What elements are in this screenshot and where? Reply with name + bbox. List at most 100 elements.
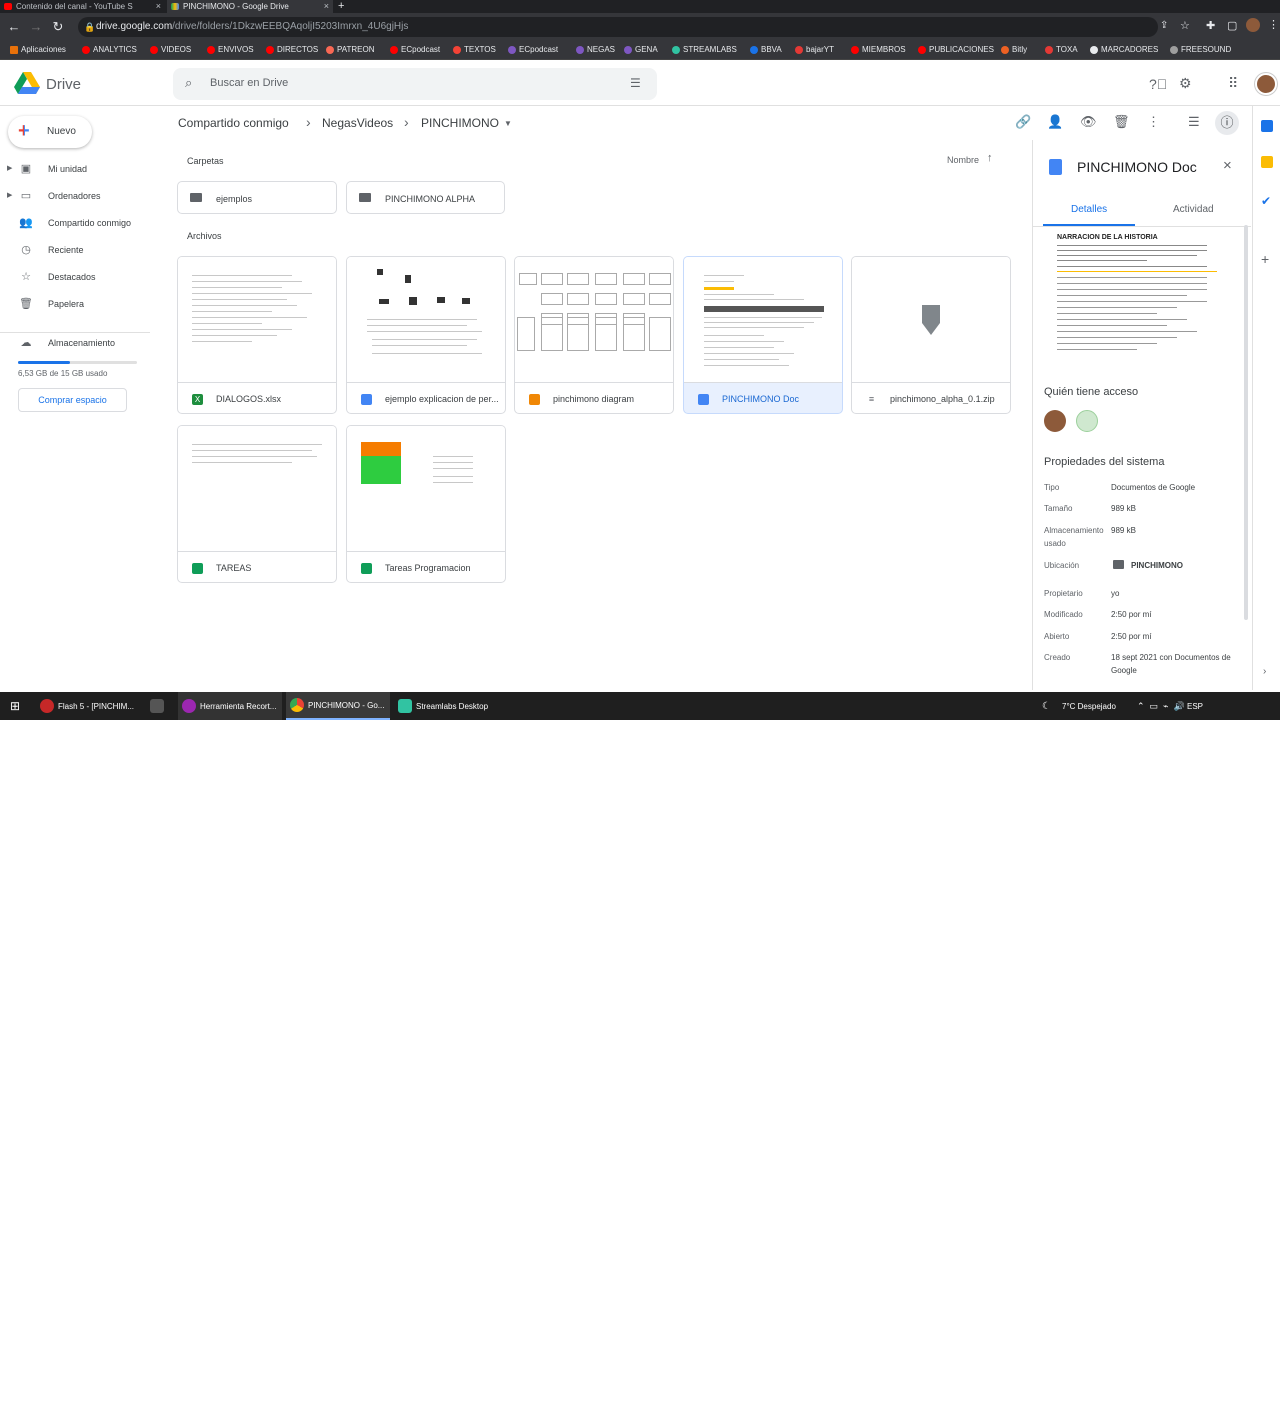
get-addons-plus-icon[interactable]: + — [1261, 251, 1269, 267]
profile-avatar[interactable] — [1246, 18, 1260, 32]
close-tab-icon[interactable]: × — [156, 1, 161, 11]
search-options-icon[interactable]: ☰ — [630, 76, 641, 90]
sidepanel-icon[interactable]: ▢ — [1227, 19, 1237, 32]
menu-icon[interactable]: ⋮ — [1268, 18, 1279, 31]
folder-dropdown-icon[interactable]: ▼ — [504, 119, 512, 128]
file-card[interactable]: Tareas Programacion — [346, 425, 506, 583]
bookmark-item[interactable]: NEGAS — [576, 45, 615, 54]
sidebar-item-trash[interactable]: 🗑 Papelera — [0, 294, 160, 314]
bookmark-item[interactable]: ECpodcast — [508, 45, 558, 54]
search-input[interactable]: Buscar en Drive — [210, 77, 288, 89]
tab-drive[interactable]: PINCHIMONO - Google Drive × — [167, 0, 333, 13]
file-card[interactable]: ≡ pinchimono_alpha_0.1.zip — [851, 256, 1011, 414]
clock-time[interactable]: 2:53 — [1222, 1388, 1238, 1397]
share-person-icon[interactable]: 👤 — [1047, 114, 1063, 130]
prop-location-value[interactable]: PINCHIMONO — [1131, 559, 1261, 572]
bookmark-item[interactable]: ANALYTICS — [82, 45, 137, 54]
new-tab-button[interactable]: + — [338, 0, 344, 12]
owner-avatar[interactable] — [1044, 410, 1066, 432]
keep-icon[interactable] — [1261, 156, 1273, 168]
sidebar-item-shared[interactable]: 👥 Compartido conmigo — [0, 213, 160, 233]
help-icon[interactable]: ?⃝ — [1149, 76, 1167, 92]
folder-item[interactable]: ejemplos — [177, 181, 337, 214]
bookmark-item[interactable]: DIRECTOS — [266, 45, 318, 54]
back-icon[interactable]: ← — [6, 19, 22, 34]
file-card[interactable]: TAREAS — [177, 425, 337, 583]
folder-item[interactable]: PINCHIMONO ALPHA — [346, 181, 505, 214]
sidebar-item-recent[interactable]: ◷ Reciente — [0, 240, 160, 260]
breadcrumb-current-folder[interactable]: PINCHIMONO — [421, 116, 499, 130]
bookmark-star-icon[interactable]: ☆ — [1180, 19, 1190, 32]
delete-icon[interactable]: 🗑 — [1113, 114, 1130, 130]
share-icon[interactable]: ⇪ — [1160, 20, 1168, 31]
tab-activity[interactable]: Actividad — [1173, 204, 1214, 215]
tab-details[interactable]: Detalles — [1071, 204, 1107, 215]
bookmark-item[interactable]: ENVIVOS — [207, 45, 254, 54]
details-scrollbar[interactable] — [1244, 225, 1248, 620]
reload-icon[interactable]: ↻ — [50, 19, 66, 35]
collaborator-avatar[interactable] — [1076, 410, 1098, 432]
extensions-icon[interactable]: ✚ — [1206, 19, 1215, 32]
calendar-icon[interactable] — [1261, 120, 1273, 132]
forward-icon[interactable]: → — [28, 19, 44, 34]
bookmark-item[interactable]: VIDEOS — [150, 45, 191, 54]
search-icon[interactable]: ⌕ — [185, 75, 192, 91]
expand-caret-icon[interactable]: ▶ — [7, 164, 12, 172]
new-button[interactable]: + Nuevo — [8, 116, 92, 148]
breadcrumb-shared[interactable]: Compartido conmigo — [178, 116, 289, 130]
settings-gear-icon[interactable]: ⚙ — [1179, 75, 1192, 92]
url-input[interactable]: 🔒 drive.google.com/drive/folders/1DkzwEE… — [78, 17, 1158, 37]
link-icon[interactable]: 🔗 — [1015, 114, 1031, 130]
drive-logo-icon[interactable] — [14, 72, 40, 94]
weather-text[interactable]: 7°C Despejado — [1062, 692, 1116, 720]
bookmark-item[interactable]: PATREON — [326, 45, 374, 54]
language-indicator[interactable]: ESP — [1187, 692, 1203, 720]
account-avatar[interactable] — [1255, 73, 1277, 95]
bookmark-item[interactable]: FREESOUND — [1170, 45, 1231, 54]
list-view-icon[interactable]: ☰ — [1188, 114, 1200, 130]
sidebar-item-starred[interactable]: ☆ Destacados — [0, 267, 160, 287]
taskbar-app-chrome[interactable]: PINCHIMONO - Go... — [286, 692, 390, 720]
close-tab-icon[interactable]: × — [324, 1, 329, 11]
file-card[interactable]: ejemplo explicacion de per... — [346, 256, 506, 414]
sort-arrow-up-icon[interactable]: ↑ — [987, 152, 993, 164]
tasks-icon[interactable]: ✔ — [1261, 194, 1271, 208]
clock-date[interactable]: 12/02/2022 — [1211, 1400, 1251, 1409]
bookmark-item[interactable]: BBVA — [750, 45, 782, 54]
info-icon[interactable]: ⓘ — [1215, 111, 1239, 135]
system-tray-icons[interactable]: ⌃▭⌁🔊 — [1137, 692, 1190, 720]
sidebar-item-my-drive[interactable]: ▶ ▣ Mi unidad — [0, 159, 160, 179]
taskbar-app-streamlabs[interactable]: Streamlabs Desktop — [394, 692, 492, 720]
file-card-selected[interactable]: PINCHIMONO Doc — [683, 256, 843, 414]
expand-caret-icon[interactable]: ▶ — [7, 191, 12, 199]
bookmark-item[interactable]: bajarYT — [795, 45, 834, 54]
more-options-icon[interactable]: ⋮ — [1147, 114, 1160, 130]
taskbar-app-flash[interactable]: Flash 5 - [PINCHIM... — [40, 692, 134, 720]
bookmark-item[interactable]: MARCADORES — [1090, 45, 1158, 54]
buy-storage-button[interactable]: Comprar espacio — [18, 388, 127, 412]
close-icon[interactable]: × — [1223, 157, 1232, 174]
taskbar-app-snipping[interactable]: Herramienta Recort... — [178, 692, 282, 720]
bookmark-item[interactable]: STREAMLABS — [672, 45, 737, 54]
preview-eye-icon[interactable]: 👁 — [1080, 114, 1097, 130]
bookmark-item[interactable]: TOXA — [1045, 45, 1078, 54]
taskbar-app-unknown[interactable] — [150, 692, 168, 720]
file-card[interactable]: pinchimono diagram — [514, 256, 674, 414]
breadcrumb-negasvideos[interactable]: NegasVideos — [322, 116, 393, 130]
bookmark-apps[interactable]: Aplicaciones — [10, 45, 66, 54]
bookmark-item[interactable]: ECpodcast — [390, 45, 440, 54]
sidebar-item-storage[interactable]: ☁ Almacenamiento — [0, 332, 150, 352]
sidebar-item-computers[interactable]: ▶ ▭ Ordenadores — [0, 186, 160, 206]
tab-youtube[interactable]: Contenido del canal - YouTube S × — [0, 0, 165, 13]
sort-by-name[interactable]: Nombre — [947, 155, 979, 165]
windows-start-icon[interactable]: ⊞ — [10, 692, 20, 720]
apps-grid-icon[interactable]: ⠿ — [1228, 75, 1238, 92]
chevron-right-icon[interactable]: › — [1263, 666, 1266, 677]
file-card[interactable]: X DIALOGOS.xlsx — [177, 256, 337, 414]
bookmark-item[interactable]: MIEMBROS — [851, 45, 906, 54]
bookmark-item[interactable]: PUBLICACIONES — [918, 45, 994, 54]
bookmark-item[interactable]: Bitly — [1001, 45, 1027, 54]
search-box[interactable]: ⌕ Buscar en Drive ☰ — [173, 68, 657, 100]
bookmark-item[interactable]: TEXTOS — [453, 45, 496, 54]
bookmark-item[interactable]: GENA — [624, 45, 658, 54]
